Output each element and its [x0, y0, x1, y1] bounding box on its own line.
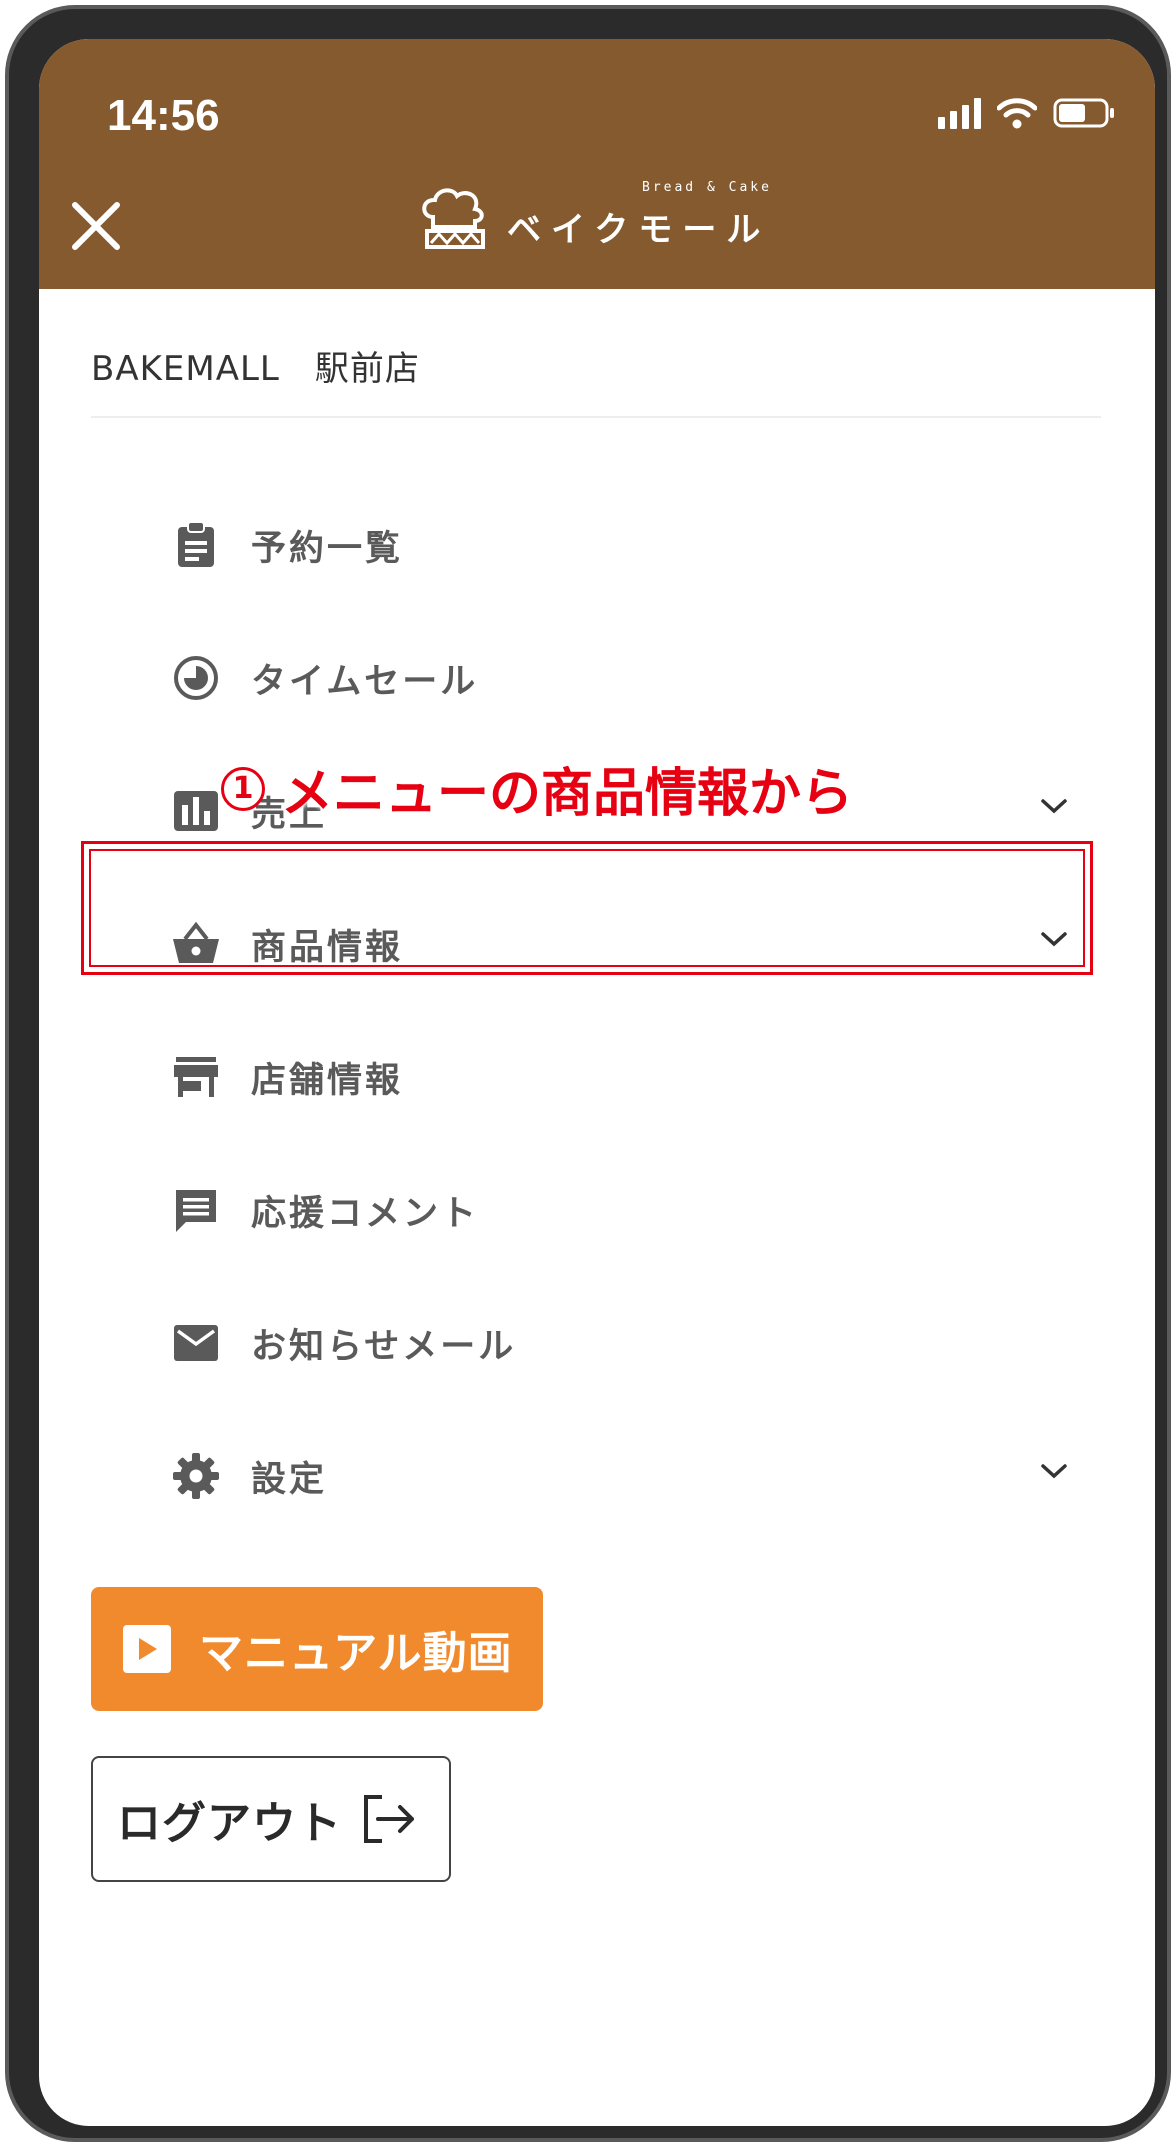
logo-subtitle: Bread & Cake: [642, 180, 772, 195]
gear-icon: [169, 1449, 223, 1503]
mail-icon: [169, 1316, 223, 1370]
chevron-down-icon: [1041, 799, 1067, 814]
signal-icon: [938, 97, 981, 129]
menu-item-label: 店舗情報: [251, 1060, 404, 1101]
logout-label: ログアウト: [117, 1798, 342, 1849]
close-button[interactable]: [61, 191, 131, 261]
menu-item-support-comments[interactable]: 応援コメント: [169, 1165, 1089, 1255]
chevron-down-icon: [1041, 1464, 1067, 1479]
logo-title: ベイクモール: [507, 210, 771, 250]
close-icon: [72, 202, 120, 250]
store-icon: [169, 1050, 223, 1104]
instruction-annotation: 1 メニューの商品情報から: [221, 751, 853, 826]
play-icon: [123, 1625, 171, 1673]
clipboard-icon: [169, 518, 223, 572]
comment-icon: [169, 1183, 223, 1237]
menu-item-label: お知らせメール: [251, 1326, 517, 1367]
menu-item-label: タイムセール: [251, 661, 479, 702]
wifi-icon: [997, 97, 1037, 129]
app-header: 14:56 Bread & Cake ベイクモール: [39, 39, 1155, 289]
menu-item-label: 応援コメント: [251, 1193, 480, 1234]
store-name: BAKEMALL 駅前店: [91, 349, 420, 389]
menu-item-store-info[interactable]: 店舗情報: [169, 1032, 1089, 1122]
menu-item-reservations[interactable]: 予約一覧: [169, 500, 1089, 590]
divider: [91, 416, 1101, 418]
step-number: 1: [221, 766, 265, 811]
bar-chart-icon: [169, 784, 223, 838]
menu-item-time-sale[interactable]: タイムセール: [169, 633, 1089, 723]
logout-icon: [364, 1795, 414, 1843]
menu-item-settings[interactable]: 設定: [169, 1431, 1089, 1521]
status-time: 14:56: [107, 91, 220, 140]
status-icons: [938, 97, 1115, 129]
menu-item-notification-mail[interactable]: お知らせメール: [169, 1298, 1089, 1388]
timer-icon: [169, 651, 223, 705]
battery-icon: [1053, 98, 1115, 128]
app-logo: Bread & Cake ベイクモール: [419, 180, 771, 251]
manual-video-button[interactable]: マニュアル動画: [91, 1587, 543, 1711]
chef-hat-icon: [422, 188, 485, 249]
menu-item-label: 設定: [251, 1459, 328, 1500]
logout-button[interactable]: ログアウト: [91, 1756, 451, 1882]
highlight-box: [81, 841, 1093, 975]
phone-screen: 14:56 Bread & Cake ベイクモール BAKEMALL 駅前店 予…: [39, 39, 1155, 2126]
phone-frame: 14:56 Bread & Cake ベイクモール BAKEMALL 駅前店 予…: [5, 5, 1171, 2142]
menu-item-label: 予約一覧: [251, 528, 404, 569]
instruction-text: メニューの商品情報から: [281, 764, 854, 824]
manual-video-label: マニュアル動画: [199, 1628, 513, 1679]
